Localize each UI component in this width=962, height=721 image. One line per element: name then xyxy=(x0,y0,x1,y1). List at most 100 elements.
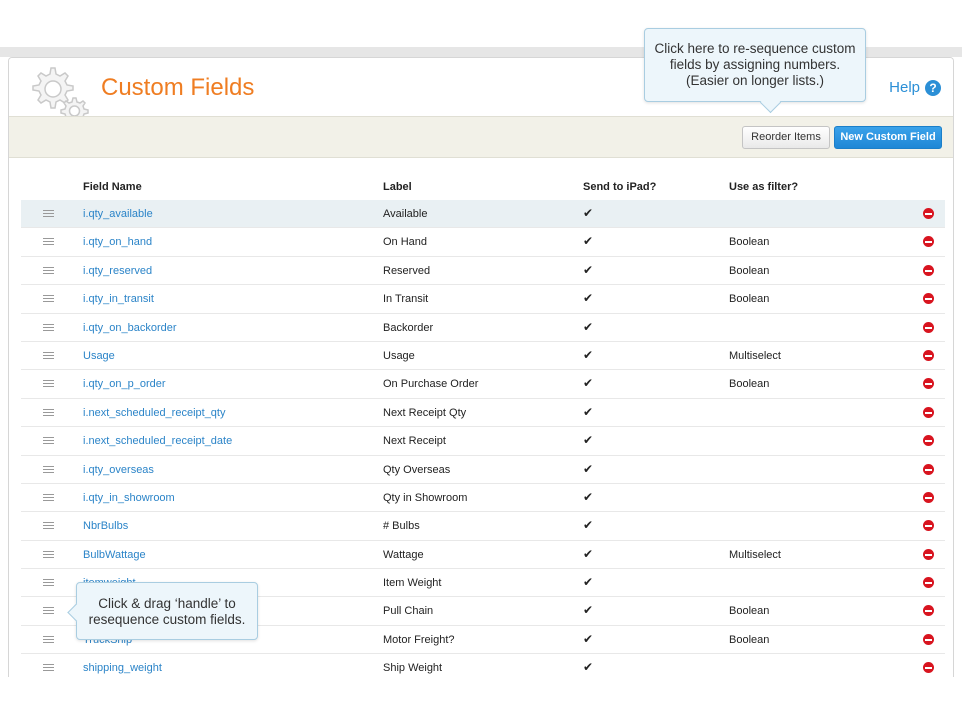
drag-handle-icon[interactable] xyxy=(43,210,54,217)
checkmark-icon: ✔ xyxy=(583,433,594,448)
drag-handle-icon[interactable] xyxy=(43,295,54,303)
delete-icon[interactable] xyxy=(923,321,934,333)
new-custom-field-button[interactable]: New Custom Field xyxy=(834,126,942,149)
delete-icon[interactable] xyxy=(923,633,934,645)
delete-icon[interactable] xyxy=(923,208,934,219)
column-header-use-as-filter: Use as filter? xyxy=(729,181,799,193)
delete-icon[interactable] xyxy=(923,463,934,475)
table-row[interactable]: i.next_scheduled_receipt_qty Next Receipt… xyxy=(21,399,945,428)
field-label: # Bulbs xyxy=(383,520,420,533)
delete-icon[interactable] xyxy=(923,293,934,305)
field-label: Next Receipt xyxy=(383,435,446,448)
table-row[interactable]: i.qty_in_showroom Qty in Showroom ✔ xyxy=(21,484,945,513)
checkmark-icon: ✔ xyxy=(583,347,594,362)
table-row[interactable]: shipping_weight Ship Weight ✔ xyxy=(21,654,945,677)
table-row[interactable]: i.qty_on_p_order On Purchase Order ✔ Boolea… xyxy=(21,370,945,399)
field-label: Item Weight xyxy=(383,577,442,590)
field-name-link[interactable]: NbrBulbs xyxy=(83,520,128,532)
delete-icon[interactable] xyxy=(923,236,934,248)
column-header-label: Label xyxy=(383,181,412,193)
delete-icon[interactable] xyxy=(923,264,934,276)
drag-handle-icon[interactable] xyxy=(43,323,54,331)
checkmark-icon: ✔ xyxy=(583,319,594,334)
checkmark-icon: ✔ xyxy=(583,489,594,504)
help-link[interactable]: Help ? xyxy=(889,79,941,96)
field-label: On Purchase Order xyxy=(383,378,479,391)
field-name-link[interactable]: i.qty_overseas xyxy=(83,464,154,476)
filter-type: Boolean xyxy=(729,633,770,646)
field-label: Motor Freight? xyxy=(383,633,455,646)
help-label: Help xyxy=(889,79,920,96)
field-name-link[interactable]: Usage xyxy=(83,350,115,362)
gears-icon xyxy=(32,67,89,124)
checkmark-icon: ✔ xyxy=(583,518,594,533)
delete-icon[interactable] xyxy=(923,378,934,390)
delete-icon[interactable] xyxy=(923,520,934,532)
drag-handle-icon[interactable] xyxy=(43,550,54,558)
drag-handle-icon[interactable] xyxy=(43,380,54,388)
field-label: On Hand xyxy=(383,236,428,249)
field-name-link[interactable]: BulbWattage xyxy=(83,549,146,561)
delete-icon[interactable] xyxy=(923,605,934,617)
filter-type: Boolean xyxy=(729,264,770,277)
field-label: Qty in Showroom xyxy=(383,491,468,504)
drag-handle-icon[interactable] xyxy=(43,238,54,246)
reorder-tooltip-line: Click here to re-sequence custom xyxy=(654,41,856,56)
delete-icon[interactable] xyxy=(923,662,934,674)
checkmark-icon: ✔ xyxy=(583,660,594,675)
field-name-link[interactable]: i.next_scheduled_receipt_date xyxy=(83,435,232,447)
field-name-link[interactable]: i.qty_reserved xyxy=(83,265,152,277)
field-name-link[interactable]: shipping_weight xyxy=(83,662,162,674)
checkmark-icon: ✔ xyxy=(583,603,594,618)
drag-handle-icon[interactable] xyxy=(43,607,54,615)
delete-icon[interactable] xyxy=(923,577,934,589)
drag-handle-icon[interactable] xyxy=(43,266,54,274)
table-row[interactable]: i.qty_overseas Qty Overseas ✔ xyxy=(21,456,945,484)
field-label: Qty Overseas xyxy=(383,463,451,476)
field-name-link[interactable]: i.qty_on_p_order xyxy=(83,378,166,390)
field-name-link[interactable]: i.qty_on_hand xyxy=(83,236,152,248)
field-name-link[interactable]: i.next_scheduled_receipt_qty xyxy=(83,407,225,419)
checkmark-icon: ✔ xyxy=(583,404,594,419)
field-name-link[interactable]: i.qty_on_backorder xyxy=(83,322,177,334)
field-name-link[interactable]: i.qty_in_transit xyxy=(83,293,154,305)
delete-icon[interactable] xyxy=(923,548,934,560)
field-label: Backorder xyxy=(383,321,434,334)
table-row[interactable]: BulbWattage Wattage ✔ Multiselect xyxy=(21,541,945,570)
table-row[interactable]: i.qty_in_transit In Transit ✔ Boolean xyxy=(21,285,945,314)
drag-handle-icon[interactable] xyxy=(43,635,54,643)
drag-tooltip-line: Click & drag ‘handle’ to xyxy=(98,596,236,611)
table-header: Field Name Label Send to iPad? Use as fi… xyxy=(9,176,953,200)
field-name-link[interactable]: i.qty_in_showroom xyxy=(83,492,175,504)
delete-icon[interactable] xyxy=(923,349,934,361)
delete-icon[interactable] xyxy=(923,406,934,418)
table-row[interactable]: i.qty_available Available ✔ xyxy=(21,200,945,229)
question-circle-icon[interactable]: ? xyxy=(925,79,941,96)
drag-handle-icon[interactable] xyxy=(43,465,54,473)
checkmark-icon: ✔ xyxy=(583,206,594,220)
drag-handle-icon[interactable] xyxy=(43,437,54,445)
delete-icon[interactable] xyxy=(923,435,934,447)
table-row[interactable]: NbrBulbs # Bulbs ✔ xyxy=(21,512,945,541)
toolbar: Reorder Items New Custom Field xyxy=(9,116,953,158)
filter-type: Boolean xyxy=(729,605,770,618)
field-name-link[interactable]: i.qty_available xyxy=(83,208,153,220)
drag-handle-icon[interactable] xyxy=(43,579,54,587)
checkmark-icon: ✔ xyxy=(583,631,594,646)
drag-handle-icon[interactable] xyxy=(43,664,54,672)
table-row[interactable]: Usage Usage ✔ Multiselect xyxy=(21,342,945,371)
table-row[interactable]: i.qty_on_backorder Backorder ✔ xyxy=(21,314,945,342)
drag-handle-icon[interactable] xyxy=(43,408,54,416)
column-header-field-name: Field Name xyxy=(83,181,142,193)
table-row[interactable]: i.qty_reserved Reserved ✔ Boolean xyxy=(21,257,945,286)
field-label: Pull Chain xyxy=(383,605,434,618)
drag-handle-icon[interactable] xyxy=(43,522,54,530)
table-row[interactable]: i.next_scheduled_receipt_date Next Receip… xyxy=(21,427,945,456)
reorder-items-button[interactable]: Reorder Items xyxy=(742,126,830,149)
field-label: Next Receipt Qty xyxy=(383,406,467,419)
table-row[interactable]: i.qty_on_hand On Hand ✔ Boolean xyxy=(21,228,945,257)
drag-tooltip-line: resequence custom fields. xyxy=(88,612,246,627)
drag-handle-icon[interactable] xyxy=(43,493,54,501)
delete-icon[interactable] xyxy=(923,491,934,503)
drag-handle-icon[interactable] xyxy=(43,351,54,359)
